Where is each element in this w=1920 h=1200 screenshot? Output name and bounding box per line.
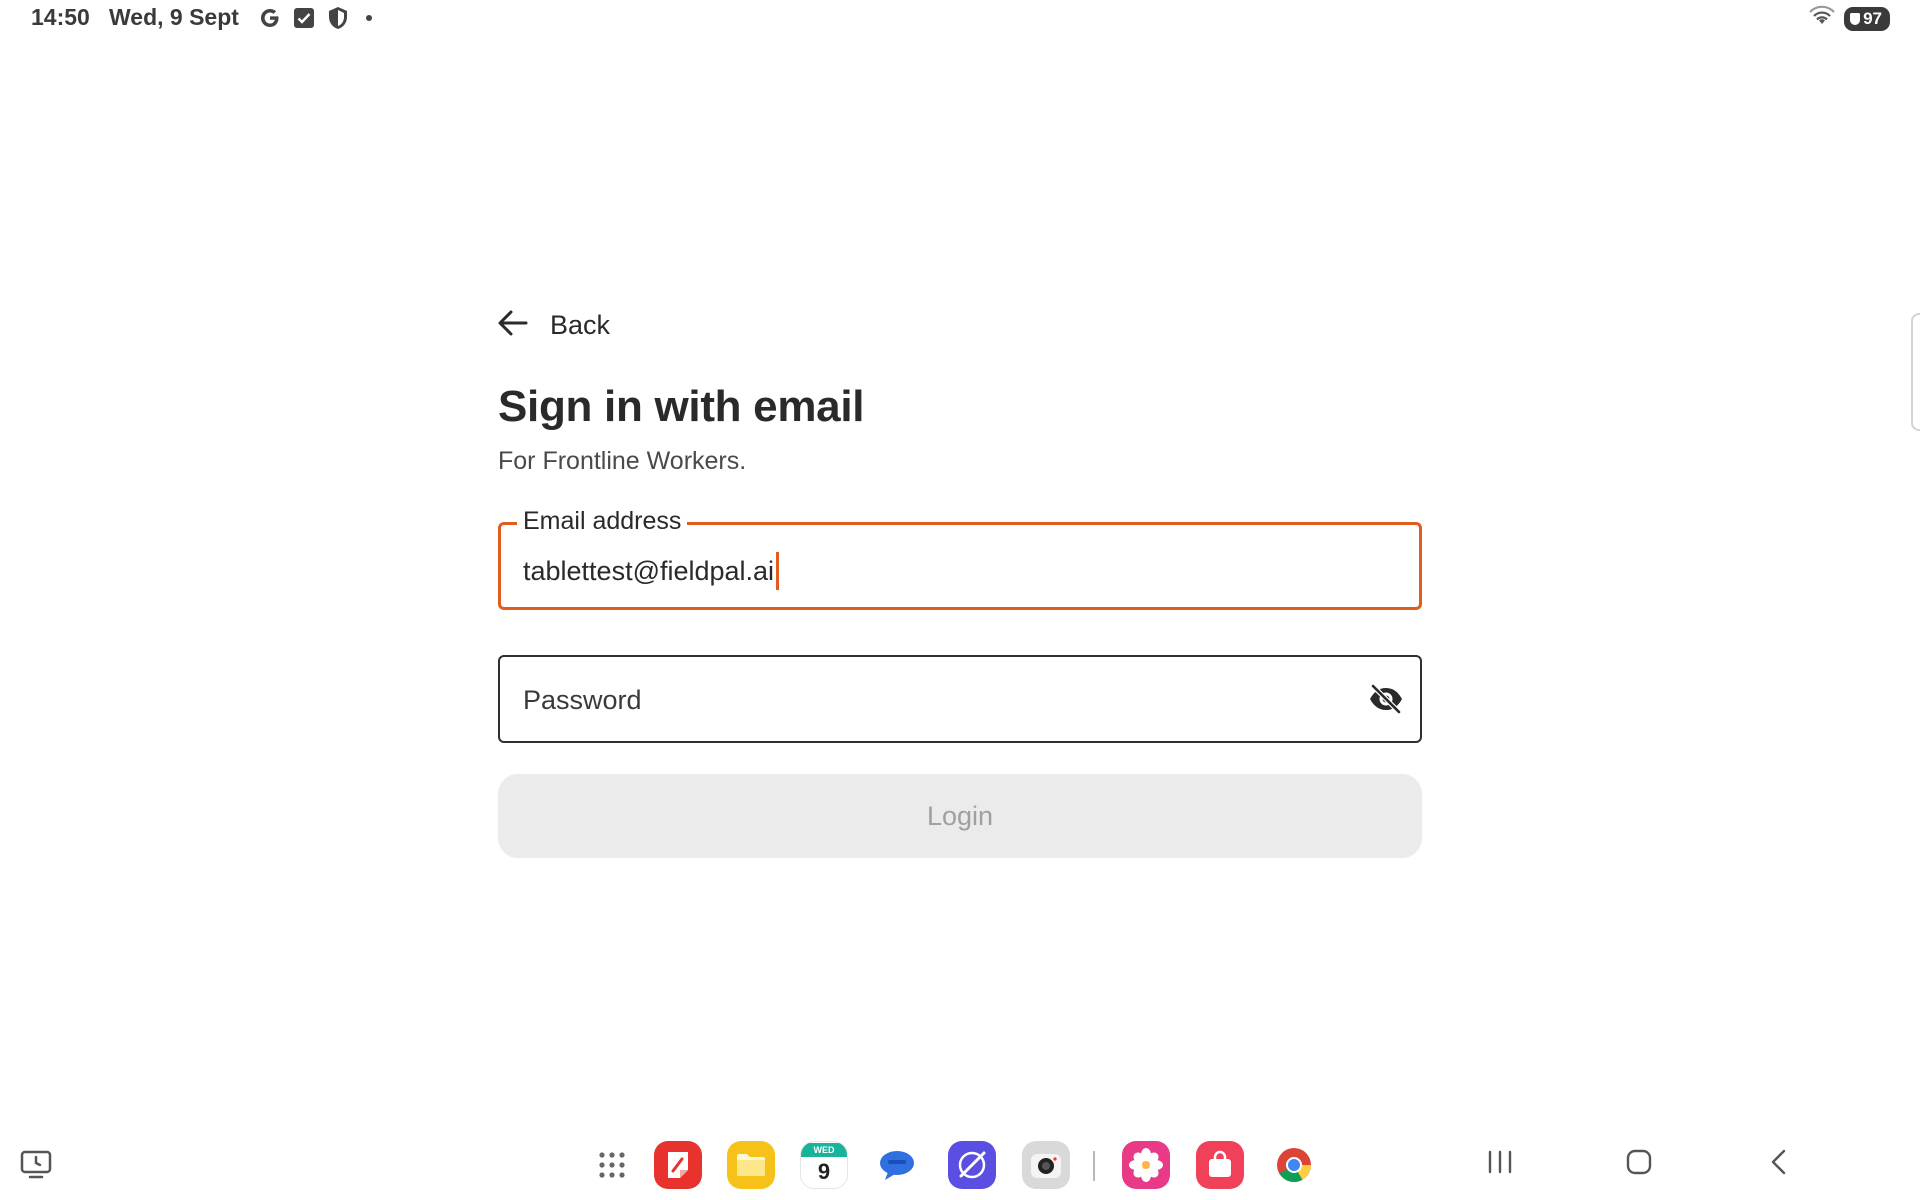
calendar-day-label: WED — [801, 1143, 847, 1157]
password-field[interactable]: Password — [498, 655, 1422, 743]
email-label: Email address — [517, 506, 688, 536]
chrome-icon[interactable] — [1270, 1141, 1318, 1189]
arrow-left-icon — [498, 310, 528, 341]
back-icon[interactable] — [1762, 1142, 1794, 1182]
status-time: 14:50 — [31, 4, 90, 30]
notes-icon[interactable] — [654, 1141, 702, 1189]
google-icon — [258, 6, 282, 30]
calendar-day-number: 9 — [817, 1159, 831, 1184]
email-field[interactable]: Email address tablettest@fieldpal.ai — [498, 506, 1422, 610]
bottom-navigation: WED 9 — [0, 1130, 1920, 1200]
dock-divider — [1093, 1151, 1095, 1181]
screen-recorder-icon[interactable] — [20, 1150, 52, 1180]
home-icon[interactable] — [1623, 1142, 1655, 1182]
eye-off-icon[interactable] — [1368, 683, 1404, 715]
email-value: tablettest@fieldpal.ai — [523, 555, 775, 586]
app-drawer-icon[interactable] — [588, 1141, 636, 1189]
edge-panel-handle[interactable] — [1911, 313, 1920, 431]
back-button[interactable]: Back — [498, 310, 610, 341]
page-subtitle: For Frontline Workers. — [498, 447, 747, 475]
back-label: Back — [550, 310, 611, 340]
camera-icon[interactable] — [1022, 1141, 1070, 1189]
battery-icon: 97 — [1844, 7, 1890, 31]
shield-icon — [326, 6, 350, 30]
status-bar: 14:50 Wed, 9 Sept 97 — [0, 0, 1920, 36]
chat-icon[interactable] — [873, 1141, 921, 1189]
checkbox-icon — [292, 6, 316, 30]
text-caret — [776, 552, 780, 590]
status-notification-icons — [258, 6, 372, 30]
browser-icon[interactable] — [948, 1141, 996, 1189]
more-notifications-dot — [366, 15, 372, 21]
page-title: Sign in with email — [498, 382, 865, 431]
login-button[interactable]: Login — [498, 774, 1422, 858]
bag-icon[interactable] — [1196, 1141, 1244, 1189]
calendar-icon[interactable]: WED 9 — [800, 1141, 848, 1189]
status-date: Wed, 9 Sept — [109, 4, 239, 30]
status-right: 97 — [1808, 5, 1890, 33]
battery-level: 97 — [1863, 9, 1882, 28]
flower-icon[interactable] — [1122, 1141, 1170, 1189]
wifi-icon — [1808, 5, 1836, 33]
email-input[interactable]: tablettest@fieldpal.ai — [523, 552, 780, 590]
recents-icon[interactable] — [1484, 1142, 1516, 1182]
password-placeholder: Password — [523, 685, 642, 715]
folder-icon[interactable] — [727, 1141, 775, 1189]
